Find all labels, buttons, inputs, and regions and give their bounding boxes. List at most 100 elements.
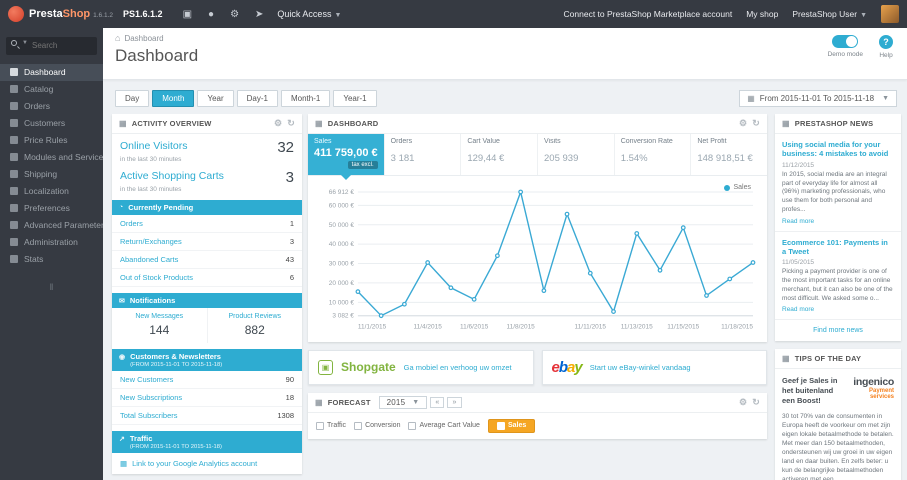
refresh-icon[interactable]: ↻: [752, 118, 760, 129]
kpi-value: 205 939: [544, 153, 579, 164]
globe-icon: [10, 187, 18, 195]
gear-icon[interactable]: ⚙: [274, 118, 282, 129]
grid-icon: ▦: [315, 119, 323, 128]
total-subscribers-link[interactable]: Total Subscribers: [120, 411, 178, 420]
filter-day-button[interactable]: Day: [115, 89, 150, 107]
gear-icon[interactable]: ⚙: [739, 397, 747, 408]
out-of-stock-link[interactable]: Out of Stock Products: [120, 273, 193, 282]
lock-icon: [10, 238, 18, 246]
collapse-sidebar-icon[interactable]: ‖: [0, 282, 103, 292]
refresh-icon[interactable]: ↻: [752, 397, 760, 408]
toggle-switch-icon[interactable]: [832, 35, 859, 48]
brand: PrestaShop: [29, 8, 91, 20]
filter-month-1-button[interactable]: Month-1: [280, 89, 331, 107]
truck-icon: [10, 170, 18, 178]
new-messages-link[interactable]: New Messages: [114, 313, 205, 320]
user-avatar[interactable]: [881, 5, 899, 23]
read-more-link[interactable]: Read more: [782, 306, 894, 313]
kpi-label: Cart Value: [467, 138, 500, 145]
quick-access-menu[interactable]: Quick Access ▼: [277, 9, 341, 19]
sidebar-item-label: Customers: [24, 118, 66, 128]
panel-title: DASHBOARD: [327, 119, 379, 128]
calendar-icon: ▦: [747, 93, 755, 103]
sidebar-item-price-rules[interactable]: Price Rules: [0, 132, 103, 149]
product-reviews-link[interactable]: Product Reviews: [210, 313, 301, 320]
sidebar-item-label: Shipping: [24, 169, 58, 179]
panel-title: ACTIVITY OVERVIEW: [131, 119, 212, 128]
sidebar-item-preferences[interactable]: Preferences: [0, 200, 103, 217]
sidebar-search: ▼: [6, 35, 97, 55]
prestashop-logo-icon: [8, 6, 24, 22]
filter-day-1-button[interactable]: Day-1: [236, 89, 278, 107]
active-carts-link[interactable]: Active Shopping Carts: [120, 170, 224, 182]
wrench-icon[interactable]: ⚙: [222, 9, 247, 20]
sidebar-item-localization[interactable]: Localization: [0, 183, 103, 200]
kpi-cart-value[interactable]: Cart Value 129,44 €: [461, 134, 539, 175]
read-more-link[interactable]: Read more: [782, 218, 894, 225]
legend-sales-button[interactable]: Sales: [487, 418, 536, 433]
breadcrumb[interactable]: ⌂ Dashboard: [115, 33, 907, 43]
online-visitors-link[interactable]: Online Visitors: [120, 140, 188, 152]
new-subscriptions-link[interactable]: New Subscriptions: [120, 393, 182, 402]
forecast-year-select[interactable]: 2015 ▼: [378, 395, 428, 409]
chevron-down-icon[interactable]: ▼: [22, 40, 28, 46]
online-visitors-sub: in the last 30 minutes: [120, 156, 182, 163]
sidebar-item-stats[interactable]: Stats: [0, 251, 103, 268]
kpi-sales[interactable]: Sales 411 759,00 € tax excl.: [308, 134, 385, 180]
refresh-icon[interactable]: ↻: [287, 118, 295, 129]
legend-conversion-checkbox[interactable]: Conversion: [354, 421, 400, 430]
next-period-button[interactable]: »: [447, 396, 462, 408]
orders-link[interactable]: Orders: [120, 219, 143, 228]
kpi-visits[interactable]: Visits 205 939: [538, 134, 615, 175]
kpi-conversion-rate[interactable]: Conversion Rate 1.54%: [615, 134, 692, 175]
my-shop-link[interactable]: My shop: [746, 9, 778, 19]
kpi-label: Orders: [390, 138, 413, 145]
kpi-value: 411 759,00 €: [314, 147, 378, 159]
sidebar-item-customers[interactable]: Customers: [0, 115, 103, 132]
google-analytics-link[interactable]: ▦ Link to your Google Analytics account: [112, 453, 302, 474]
ebay-link[interactable]: Start uw eBay-winkel vandaag: [590, 363, 691, 372]
cart-icon[interactable]: ▣: [175, 9, 200, 20]
sidebar-item-administration[interactable]: Administration: [0, 234, 103, 251]
kpi-orders[interactable]: Orders 3 181: [385, 134, 462, 175]
legend-avg-cart-checkbox[interactable]: Average Cart Value: [408, 421, 480, 430]
ingenico-logo: ingenico Payment services: [844, 376, 894, 405]
sidebar-item-catalog[interactable]: Catalog: [0, 81, 103, 98]
sidebar-item-dashboard[interactable]: Dashboard: [0, 63, 103, 81]
chart-legend: Sales: [724, 184, 751, 191]
search-input[interactable]: [6, 36, 97, 55]
sidebar-item-orders[interactable]: Orders: [0, 98, 103, 115]
filter-year-1-button[interactable]: Year-1: [333, 89, 377, 107]
returns-link[interactable]: Return/Exchanges: [120, 237, 182, 246]
date-range-picker[interactable]: ▦ From 2015-11-01 To 2015-11-18 ▼: [739, 89, 897, 107]
home-icon: [10, 68, 18, 76]
news-article-title[interactable]: Ecommerce 101: Payments in a Tweet: [782, 238, 894, 257]
sidebar-item-advanced-parameters[interactable]: Advanced Parameters: [0, 217, 103, 234]
demo-mode-toggle[interactable]: Demo mode: [828, 35, 863, 59]
ebay-module[interactable]: ebay Start uw eBay-winkel vandaag: [541, 349, 767, 385]
user-icon[interactable]: ●: [200, 9, 222, 20]
shopgate-module[interactable]: ▣ Shopgate Ga mobiel en verhoog uw omzet: [308, 349, 534, 385]
shopgate-link[interactable]: Ga mobiel en verhoog uw omzet: [404, 363, 512, 372]
sidebar-item-label: Preferences: [24, 203, 70, 213]
news-article-title[interactable]: Using social media for your business: 4 …: [782, 140, 894, 159]
find-more-news-link[interactable]: Find more news: [775, 320, 901, 341]
filter-year-button[interactable]: Year: [197, 89, 234, 107]
help-button[interactable]: ? Help: [879, 35, 893, 59]
kpi-net-profit[interactable]: Net Profit 148 918,51 €: [691, 134, 767, 175]
user-menu[interactable]: PrestaShop User ▼: [792, 9, 867, 19]
marketplace-link[interactable]: Connect to PrestaShop Marketplace accoun…: [564, 9, 733, 19]
legend-traffic-checkbox[interactable]: Traffic: [316, 421, 346, 430]
prev-period-button[interactable]: «: [430, 396, 445, 408]
users-icon: ◉: [119, 354, 126, 361]
sidebar-item-shipping[interactable]: Shipping: [0, 166, 103, 183]
rocket-icon[interactable]: ➤: [247, 9, 271, 20]
new-customers-link[interactable]: New Customers: [120, 375, 173, 384]
filter-month-button[interactable]: Month: [152, 89, 195, 107]
gear-icon[interactable]: ⚙: [739, 118, 747, 129]
sidebar-item-modules[interactable]: Modules and Services: [0, 149, 103, 166]
news-icon: ▦: [782, 119, 790, 128]
users-icon: [10, 119, 18, 127]
shop-name[interactable]: PS1.6.1.2: [123, 9, 163, 19]
abandoned-carts-link[interactable]: Abandoned Carts: [120, 255, 178, 264]
